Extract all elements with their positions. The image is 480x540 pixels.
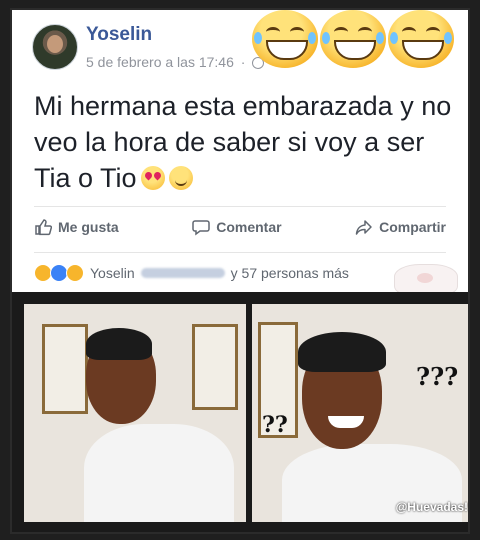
meme-panel-right: ?? ??? @Huevadas! xyxy=(252,304,468,522)
post-author[interactable]: Yoselin xyxy=(86,24,152,46)
meme-panel-left xyxy=(24,304,246,522)
comment-button[interactable]: Comentar xyxy=(192,218,282,236)
reactions-summary[interactable]: Yoselin y 57 personas más xyxy=(34,264,349,282)
share-button[interactable]: Compartir xyxy=(355,218,446,236)
question-marks-small: ?? xyxy=(262,412,288,438)
smiling-emoji-icon xyxy=(168,166,193,190)
facebook-post: Yoselin 5 de febrero a las 17:46 · Mi he… xyxy=(12,10,468,296)
laughing-emoji-icon xyxy=(252,10,318,68)
post-actions: Me gusta Comentar Compartir xyxy=(34,218,446,236)
meme-image: ?? ??? @Huevadas! xyxy=(12,292,468,532)
share-icon xyxy=(355,220,372,235)
divider xyxy=(34,206,446,207)
reaction-first-name: Yoselin xyxy=(90,265,135,281)
laughing-emojis xyxy=(252,10,454,68)
question-marks-large: ??? xyxy=(416,362,459,391)
white-shirt xyxy=(84,424,234,522)
divider xyxy=(34,252,446,253)
avatar-face xyxy=(47,35,63,53)
post-body: Mi hermana esta embarazada y no veo la h… xyxy=(34,88,454,196)
redacted-surname xyxy=(140,268,225,278)
share-label: Compartir xyxy=(379,219,446,235)
avatar[interactable] xyxy=(32,24,78,70)
like-label: Me gusta xyxy=(58,219,119,235)
post-timestamp[interactable]: 5 de febrero a las 17:46 xyxy=(86,54,234,70)
like-button[interactable]: Me gusta xyxy=(34,218,119,236)
laughing-emoji-icon xyxy=(388,10,454,68)
watermark: @Huevadas! xyxy=(395,500,468,514)
screenshot-frame: Yoselin 5 de febrero a las 17:46 · Mi he… xyxy=(10,8,470,534)
reaction-others: y 57 personas más xyxy=(230,265,349,281)
post-meta: 5 de febrero a las 17:46 · xyxy=(86,54,265,70)
laughing-emoji-icon xyxy=(320,10,386,68)
heart-eyes-emoji-icon xyxy=(140,166,165,190)
comment-icon xyxy=(192,220,210,236)
post-text: Mi hermana esta embarazada y no veo la h… xyxy=(34,91,452,193)
comment-label: Comentar xyxy=(216,219,282,235)
thumbs-up-icon xyxy=(35,219,52,236)
man-hair xyxy=(298,332,386,372)
wall-picture xyxy=(42,324,88,414)
wow-reaction-icon xyxy=(66,264,84,282)
wall-picture xyxy=(192,324,238,410)
man-hair xyxy=(86,328,152,360)
